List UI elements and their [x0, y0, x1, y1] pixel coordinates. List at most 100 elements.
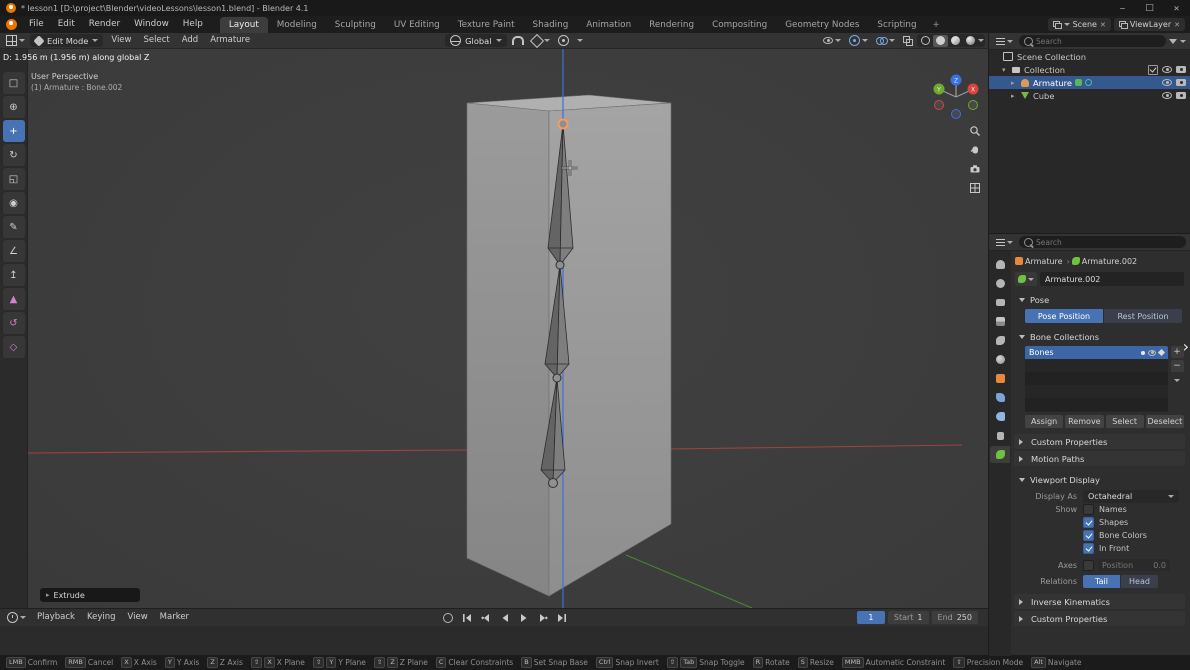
specials-menu-icon[interactable] [1174, 379, 1180, 385]
tool-measure[interactable]: ∠ [2, 240, 25, 262]
camera-toggle-icon[interactable] [1176, 92, 1186, 99]
workspace-tab-animation[interactable]: Animation [577, 17, 640, 33]
viewport-canvas[interactable] [28, 49, 988, 608]
menu-help[interactable]: Help [176, 16, 210, 33]
properties-search[interactable] [1019, 236, 1186, 248]
scene-selector[interactable]: Scene [1047, 18, 1111, 31]
filter-icon[interactable] [1169, 38, 1177, 44]
select-button[interactable]: Select [1105, 415, 1144, 428]
proportional-editing-toggle[interactable] [555, 34, 572, 47]
viewport-3d[interactable]: User Perspective (1) Armature : Bone.002… [28, 49, 988, 608]
tool-transform[interactable]: ◉ [2, 192, 25, 214]
close-button[interactable] [1163, 0, 1190, 16]
id-browse-button[interactable] [1015, 272, 1037, 286]
navigation-gizmo[interactable]: Z X Y [930, 71, 982, 123]
eye-toggle-icon[interactable] [1162, 79, 1172, 86]
pan-hand-icon[interactable] [967, 141, 983, 157]
properties-tab-tool[interactable] [990, 256, 1010, 273]
gizmo-negative-x[interactable] [934, 100, 944, 110]
checkbox-bone-colors[interactable] [1083, 530, 1094, 541]
snap-settings-dropdown[interactable] [529, 33, 553, 48]
menu-window[interactable]: Window [127, 16, 176, 33]
pose-panel-header[interactable]: Pose [1014, 292, 1185, 307]
proportional-falloff-dropdown[interactable] [574, 34, 586, 47]
maximize-button[interactable] [1136, 0, 1163, 16]
view-layer-selector[interactable]: ViewLayer [1113, 18, 1185, 31]
properties-tab-world[interactable] [990, 351, 1010, 368]
workspace-tab-rendering[interactable]: Rendering [640, 17, 703, 33]
expand-caret-icon[interactable]: ▾ [1002, 66, 1011, 74]
outliner-row-cube[interactable]: ▸ Cube [989, 89, 1190, 102]
eye-toggle-icon[interactable] [1162, 66, 1172, 73]
custom-properties-panel-header[interactable]: Custom Properties [1014, 434, 1185, 449]
timeline-menu-marker[interactable]: Marker [154, 609, 195, 626]
head-button[interactable]: Head [1121, 574, 1158, 588]
solid-shading-button[interactable] [933, 34, 948, 47]
properties-tab-data[interactable] [990, 446, 1010, 463]
tool-rotate[interactable]: ↻ [2, 144, 25, 166]
region-chevron-icon[interactable] [1183, 337, 1189, 356]
breadcrumb-data[interactable]: Armature.002 [1082, 257, 1137, 266]
exclude-checkbox[interactable] [1148, 64, 1158, 75]
checkbox-shapes[interactable] [1083, 517, 1094, 528]
deselect-button[interactable]: Deselect [1145, 415, 1184, 428]
editor-type-dropdown[interactable] [993, 35, 1016, 48]
unlink-scene-icon[interactable] [1100, 20, 1106, 29]
bone-collections-panel-header[interactable]: Bone Collections [1014, 329, 1185, 344]
id-name-field[interactable]: Armature.002 [1040, 272, 1184, 286]
tool-move[interactable]: + [2, 120, 25, 142]
object-visibility-dropdown[interactable] [820, 34, 844, 47]
assign-button[interactable]: Assign [1025, 415, 1064, 428]
add-collection-button[interactable] [1170, 346, 1184, 358]
xray-toggle[interactable] [900, 34, 915, 47]
checkbox-in-front[interactable] [1083, 543, 1094, 554]
search-input[interactable] [1036, 237, 1181, 247]
timeline-menu-view[interactable]: View [122, 609, 154, 626]
usage-icon[interactable] [1157, 348, 1166, 357]
outliner-row-armature[interactable]: ▸ Armature [989, 76, 1190, 89]
play-button[interactable] [515, 611, 532, 624]
menu-render[interactable]: Render [82, 16, 127, 33]
search-input[interactable] [1036, 36, 1161, 46]
expand-caret-icon[interactable]: ▸ [1011, 79, 1020, 87]
timeline-menu-keying[interactable]: Keying [81, 609, 122, 626]
camera-toggle-icon[interactable] [1176, 79, 1186, 86]
tool-extrude-to-cursor[interactable]: ▲ [2, 288, 25, 310]
selected-bone-tip[interactable] [557, 118, 569, 130]
solo-dot-icon[interactable] [1141, 350, 1145, 355]
viewport-menu-select[interactable]: Select [137, 32, 175, 49]
menu-file[interactable]: File [22, 16, 51, 33]
properties-tab-constraints[interactable] [990, 427, 1010, 444]
jump-to-prev-keyframe-button[interactable] [477, 611, 494, 624]
jump-to-end-button[interactable] [553, 611, 570, 624]
viewport-menu-armature[interactable]: Armature [204, 32, 256, 49]
workspace-tab-compositing[interactable]: Compositing [703, 17, 776, 33]
custom-properties-bottom-panel-header[interactable]: Custom Properties [1014, 611, 1185, 626]
properties-tab-view-layer[interactable] [990, 313, 1010, 330]
show-gizmo-toggle[interactable] [846, 34, 871, 47]
orthographic-grid-icon[interactable] [967, 180, 983, 196]
checkbox-names[interactable] [1083, 504, 1094, 515]
display-as-dropdown[interactable]: Octahedral [1083, 489, 1179, 503]
workspace-tab-layout[interactable]: Layout [219, 17, 268, 33]
add-workspace-button[interactable]: + [926, 17, 947, 33]
properties-tab-scene[interactable] [990, 332, 1010, 349]
properties-tab-physics[interactable] [990, 408, 1010, 425]
play-reverse-button[interactable] [496, 611, 513, 624]
properties-tab-render[interactable] [990, 275, 1010, 292]
bone-collection-item[interactable]: Bones [1025, 346, 1168, 359]
properties-tab-modifiers[interactable] [990, 389, 1010, 406]
transform-orientation-dropdown[interactable]: Global [445, 34, 507, 47]
workspace-tab-modeling[interactable]: Modeling [268, 17, 326, 33]
bone-root-joint[interactable] [548, 478, 558, 488]
viewport-menu-add[interactable]: Add [176, 32, 204, 49]
axes-position-field[interactable]: Position 0.0 [1098, 559, 1170, 571]
viewport-menu-view[interactable]: View [105, 32, 137, 49]
properties-tab-object[interactable] [990, 370, 1010, 387]
outliner-row-scene-collection[interactable]: Scene Collection [989, 50, 1190, 63]
tool-select-box[interactable]: □ [2, 72, 25, 94]
properties-tab-output[interactable] [990, 294, 1010, 311]
workspace-tab-scripting[interactable]: Scripting [868, 17, 925, 33]
bone-collections-list[interactable]: Bones [1025, 346, 1168, 412]
tool-extrude[interactable]: ↥ [2, 264, 25, 286]
